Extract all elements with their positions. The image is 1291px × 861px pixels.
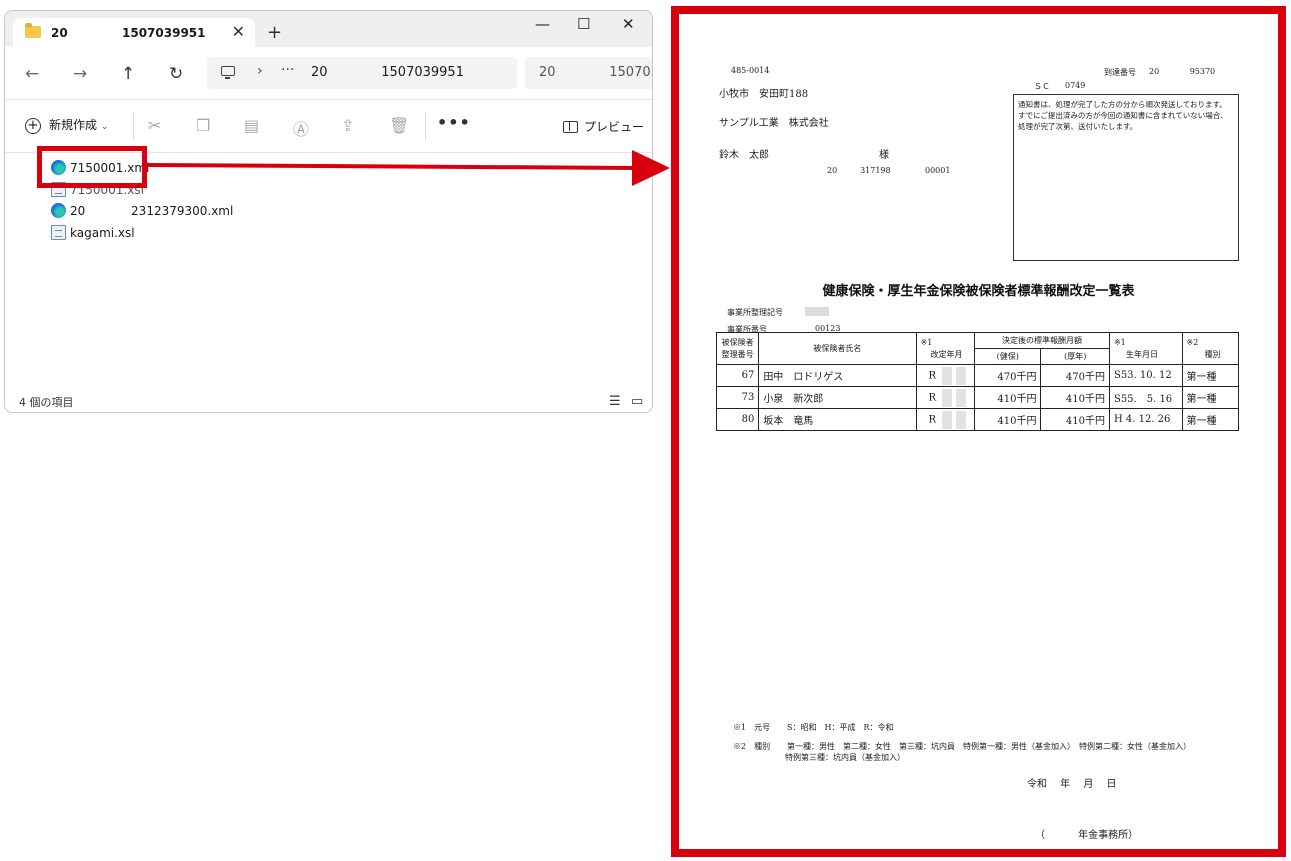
- header-revision-label: 改定年月: [930, 349, 963, 359]
- cell-revision: R: [915, 364, 975, 387]
- recipient-address: 小牧市 安田町188: [719, 89, 809, 100]
- header-insured-number: 被保険者 整理番号: [715, 332, 760, 365]
- cell-number: 73: [715, 386, 760, 409]
- cell-pension: 470千円: [1040, 364, 1110, 387]
- cell-health: 470千円: [973, 364, 1042, 387]
- footnote2-line2: 特例第三種：坑内員（基金加入）: [785, 753, 905, 762]
- footnote2-label: ※2 種別: [733, 742, 771, 751]
- document-title: 健康保険・厚生年金保険被保険者標準報酬改定一覧表: [822, 284, 1135, 299]
- revision-table: 被保険者 整理番号 被保険者氏名 ※1 改定年月 決定後の標準報酬月額 ※1 生年月…: [715, 332, 1240, 431]
- cell-type: 第一種: [1181, 386, 1240, 409]
- header-type-label: 種別: [1204, 349, 1221, 359]
- cell-name: 小泉 新次郎: [758, 386, 917, 409]
- document-preview: 485-0014 小牧市 安田町188 サンプル工業 株式会社 鈴木 太郎 様 …: [671, 6, 1286, 857]
- recipient-company: サンプル工業 株式会社: [719, 118, 829, 129]
- footnote1: S：昭和 H：平成 R：令和: [787, 723, 894, 732]
- header-type: ※2 種別: [1181, 332, 1240, 365]
- header-note1b: ※1: [1113, 337, 1126, 347]
- table-row: 73 小泉 新次郎 R 410千円 410千円 S55. 5. 16 第一種: [715, 386, 1240, 409]
- cell-number: 67: [715, 364, 760, 387]
- delivery-number-label: 到達番号: [1104, 68, 1136, 77]
- header-revision: ※1 改定年月: [915, 332, 975, 365]
- cell-revision: R: [915, 408, 975, 431]
- honorific: 様: [879, 150, 889, 161]
- table-row: 80 坂本 竜馬 R 410千円 410千円 H 4. 12. 26 第一種: [715, 408, 1240, 431]
- header-note2: ※2: [1186, 337, 1199, 347]
- delivery-number: 20 95370: [1149, 67, 1216, 76]
- footnote1-label: ※1 元号: [733, 723, 771, 732]
- header-health: (健保): [973, 348, 1042, 365]
- header-birth: ※1 生年月日: [1108, 332, 1183, 365]
- header-pension: (厚年): [1040, 348, 1110, 365]
- cell-health: 410千円: [973, 408, 1042, 431]
- pension-office-name: （ 年金事務所）: [1035, 830, 1139, 841]
- cell-name: 田中 ロドリゲス: [758, 364, 917, 387]
- cell-era: R: [928, 392, 937, 403]
- reference-code: 00001: [925, 166, 951, 175]
- notice-box: 通知書は、処理が完了した方の分から順次発送しております。すでにご提出済みの方が今…: [1013, 94, 1239, 261]
- cell-birth: S55. 5. 16: [1108, 386, 1183, 409]
- sc-label: ＳＣ: [1034, 82, 1050, 91]
- header-birth-label: 生年月日: [1125, 349, 1158, 359]
- postal-code: 485-0014: [731, 66, 770, 75]
- cell-type: 第一種: [1181, 408, 1240, 431]
- office-symbol-label: 事業所整理記号: [727, 308, 783, 317]
- sc-number: 0749: [1065, 81, 1086, 90]
- table-row: 67 田中 ロドリゲス R 470千円 470千円 S53. 10. 12 第一…: [715, 364, 1240, 387]
- header-note1: ※1: [920, 337, 933, 347]
- cell-era: R: [928, 370, 937, 381]
- cell-pension: 410千円: [1040, 386, 1110, 409]
- cell-pension: 410千円: [1040, 408, 1110, 431]
- footnote2-line1: 第一種：男性 第二種：女性 第三種：坑内員 特例第一種：男性（基金加入） 特例第…: [787, 742, 1191, 751]
- cell-birth: S53. 10. 12: [1108, 364, 1183, 387]
- cell-type: 第一種: [1181, 364, 1240, 387]
- cell-health: 410千円: [973, 386, 1042, 409]
- cell-era: R: [928, 414, 937, 425]
- cell-name: 坂本 竜馬: [758, 408, 917, 431]
- recipient-name: 鈴木 太郎: [719, 150, 769, 161]
- cell-number: 80: [715, 408, 760, 431]
- header-name: 被保険者氏名: [758, 332, 917, 365]
- cell-birth: H 4. 12. 26: [1108, 408, 1183, 431]
- header-decided: 決定後の標準報酬月額: [973, 332, 1110, 349]
- reference-number: 20 317198: [827, 166, 891, 175]
- cell-revision: R: [915, 386, 975, 409]
- issue-date: 令和 年 月 日: [1027, 779, 1117, 790]
